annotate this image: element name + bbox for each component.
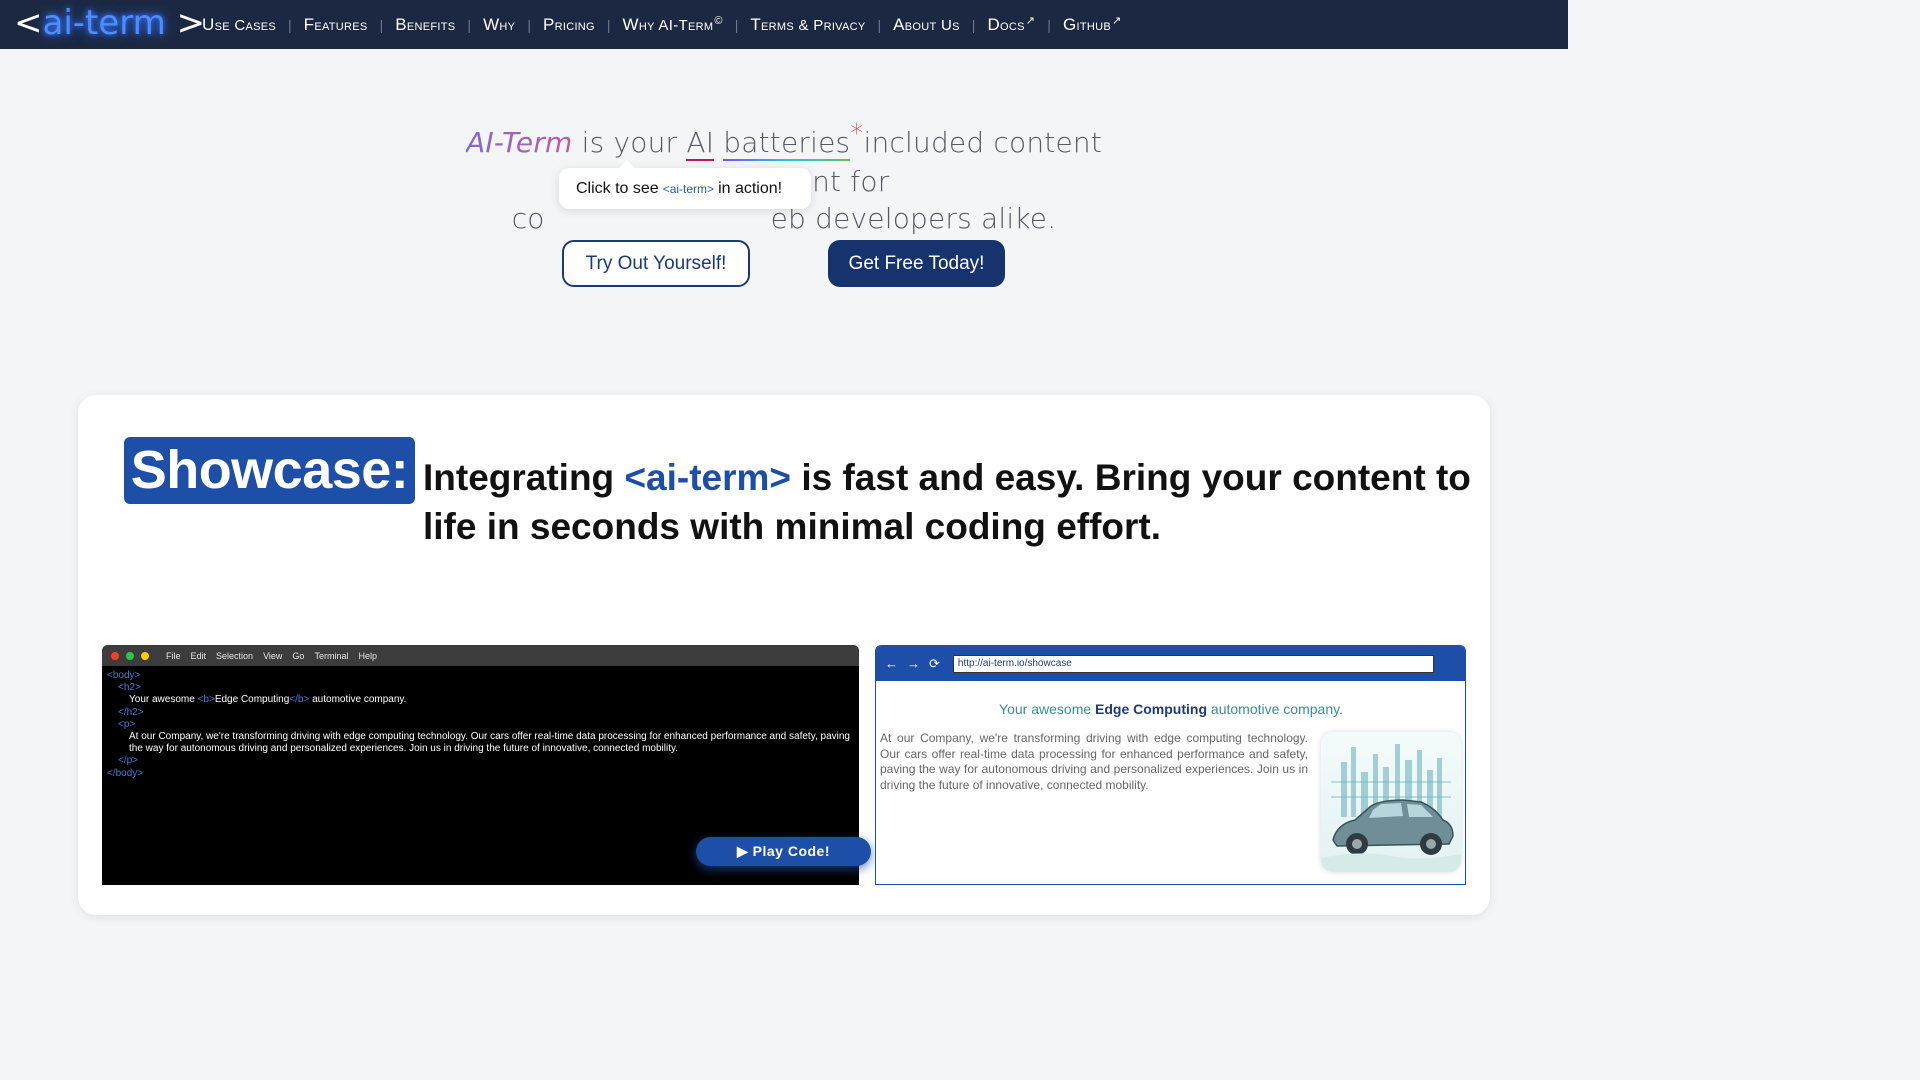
code-tag: </p> — [118, 755, 139, 767]
nav-label-initial: U — [202, 14, 215, 34]
preview-title: Your awesome Edge Computing automotive c… — [876, 701, 1465, 717]
code-tag: <body> — [107, 670, 141, 681]
nav-label-rest: ithub — [1076, 17, 1111, 34]
url-bar[interactable]: http://ai-term.io/showcase — [952, 654, 1434, 673]
code-tag: </b> — [289, 694, 310, 706]
headline-highlight: <ai-term> — [624, 457, 792, 498]
editor-titlebar: File Edit Selection View Go Terminal Hel… — [102, 645, 859, 666]
code-tag: </h2> — [118, 706, 144, 718]
nav-label-initial: W — [483, 14, 500, 34]
top-navbar: <ai-term > Use Cases | Features | Benefits… — [0, 0, 1568, 49]
preview-title-bold: Edge Computing — [1095, 701, 1208, 717]
headline-text: Integrating — [423, 457, 625, 498]
action-tooltip[interactable]: Click to see <ai-term> in action! — [559, 160, 811, 209]
nav-benefits[interactable]: Benefits — [383, 15, 467, 35]
code-tag: <p> — [118, 718, 136, 730]
editor-menu-edit[interactable]: Edit — [191, 651, 207, 661]
preview-body: At our Company, we're transforming drivi… — [880, 731, 1308, 792]
code-area[interactable]: <body> <h2> Your awesome <b>Edge Computi… — [102, 666, 859, 784]
get-free-button[interactable]: Get Free Today! — [828, 240, 1005, 287]
brand-name: AI-Term — [465, 126, 573, 159]
car-illustration — [1321, 732, 1461, 872]
nav-label-initial: T — [750, 14, 762, 34]
back-arrow-icon[interactable]: ← — [885, 656, 898, 671]
nav-about-us[interactable]: About Us — [881, 15, 972, 35]
nav-github[interactable]: Github↗ — [1051, 14, 1134, 35]
tagline-line2-start: co — [511, 202, 545, 235]
code-tag: </body> — [107, 767, 144, 779]
nav-label-initial: F — [303, 14, 315, 34]
nav-pricing[interactable]: Pricing — [531, 15, 607, 35]
nav-label-rest: eatures — [314, 16, 368, 34]
nav-label-rest: ocs — [1000, 17, 1025, 34]
nav-label-initial: P — [542, 14, 555, 34]
editor-menu-view[interactable]: View — [263, 651, 282, 661]
nav-why-ai-term[interactable]: Why AI-Term© — [611, 15, 735, 35]
tooltip-code: <ai-term> — [662, 181, 715, 196]
editor-menu-file[interactable]: File — [166, 651, 181, 661]
nav-label-rest: hy — [499, 16, 516, 34]
ai-word[interactable]: AI — [686, 126, 715, 161]
nav-terms-privacy[interactable]: Terms & Privacy — [738, 15, 877, 35]
play-code-button[interactable]: ▶ Play Code! — [696, 837, 871, 866]
nav-label-initial: W — [622, 14, 639, 34]
browser-preview: ← → ⟳ http://ai-term.io/showcase Your aw… — [875, 645, 1466, 885]
logo-name: ai-term — [42, 3, 166, 43]
nav-label-initial: D — [987, 15, 1001, 34]
tooltip-text: in action! — [718, 179, 783, 197]
code-text: Your awesome — [129, 694, 198, 706]
nav-label-rest: enefits — [406, 16, 456, 34]
code-text: automotive company. — [309, 694, 407, 706]
nav-label-rest: se Cases — [214, 16, 276, 34]
showcase-headline: Integrating <ai-term> is fast and easy. … — [423, 453, 1473, 551]
try-out-button[interactable]: Try Out Yourself! — [562, 240, 750, 287]
showcase-badge: Showcase: — [124, 437, 415, 504]
nav-label-initial: A — [893, 14, 905, 34]
code-tag: <b> — [197, 694, 215, 706]
close-dot-icon[interactable] — [111, 651, 119, 660]
nav-label-rest: bout Us — [904, 16, 960, 34]
nav-label-rest: erms & Privacy — [761, 16, 866, 34]
code-text: Edge Computing — [214, 694, 290, 706]
batteries-word[interactable]: batteries — [723, 126, 851, 161]
minimize-dot-icon[interactable] — [141, 651, 149, 660]
nav-label-initial: G — [1062, 15, 1077, 34]
nav-docs[interactable]: Docs↗ — [975, 14, 1047, 35]
asterisk-icon: * — [850, 119, 864, 149]
editor-menu-go[interactable]: Go — [292, 651, 304, 661]
code-tag: <h2> — [118, 682, 141, 694]
tagline-line2-end: eb developers alike. — [770, 202, 1057, 235]
editor-menu-terminal[interactable]: Terminal — [314, 651, 348, 661]
external-link-icon: ↗ — [1025, 15, 1036, 27]
code-text: At our Company, we're transforming drivi… — [129, 731, 850, 755]
forward-arrow-icon[interactable]: → — [907, 656, 920, 671]
tagline-text: is your — [572, 126, 687, 159]
nav-label-rest: ricing — [554, 16, 595, 34]
nav-features[interactable]: Features — [292, 15, 380, 35]
preview-title-text: Your awesome — [999, 701, 1096, 717]
nav-label-rest: hy AI-Term — [638, 16, 714, 34]
tooltip-text: Click to see — [576, 179, 659, 197]
copyright-icon: © — [714, 14, 723, 27]
nav-why[interactable]: Why — [471, 15, 527, 35]
editor-menu-selection[interactable]: Selection — [216, 651, 253, 661]
reload-icon[interactable]: ⟳ — [929, 656, 940, 672]
tagline-space — [714, 126, 723, 159]
nav-use-cases[interactable]: Use Cases — [190, 15, 288, 35]
browser-toolbar: ← → ⟳ http://ai-term.io/showcase — [876, 646, 1465, 681]
nav-label-initial: B — [395, 14, 407, 34]
nav-menu: Use Cases | Features | Benefits | Why | Pric… — [190, 0, 1134, 49]
logo[interactable]: <ai-term > — [14, 3, 205, 43]
maximize-dot-icon[interactable] — [126, 651, 134, 660]
car-image-icon — [1321, 732, 1461, 872]
preview-title-text: automotive company. — [1207, 701, 1343, 717]
logo-bracket-open: < — [14, 3, 43, 43]
external-link-icon: ↗ — [1111, 15, 1122, 27]
editor-menu-help[interactable]: Help — [358, 651, 377, 661]
